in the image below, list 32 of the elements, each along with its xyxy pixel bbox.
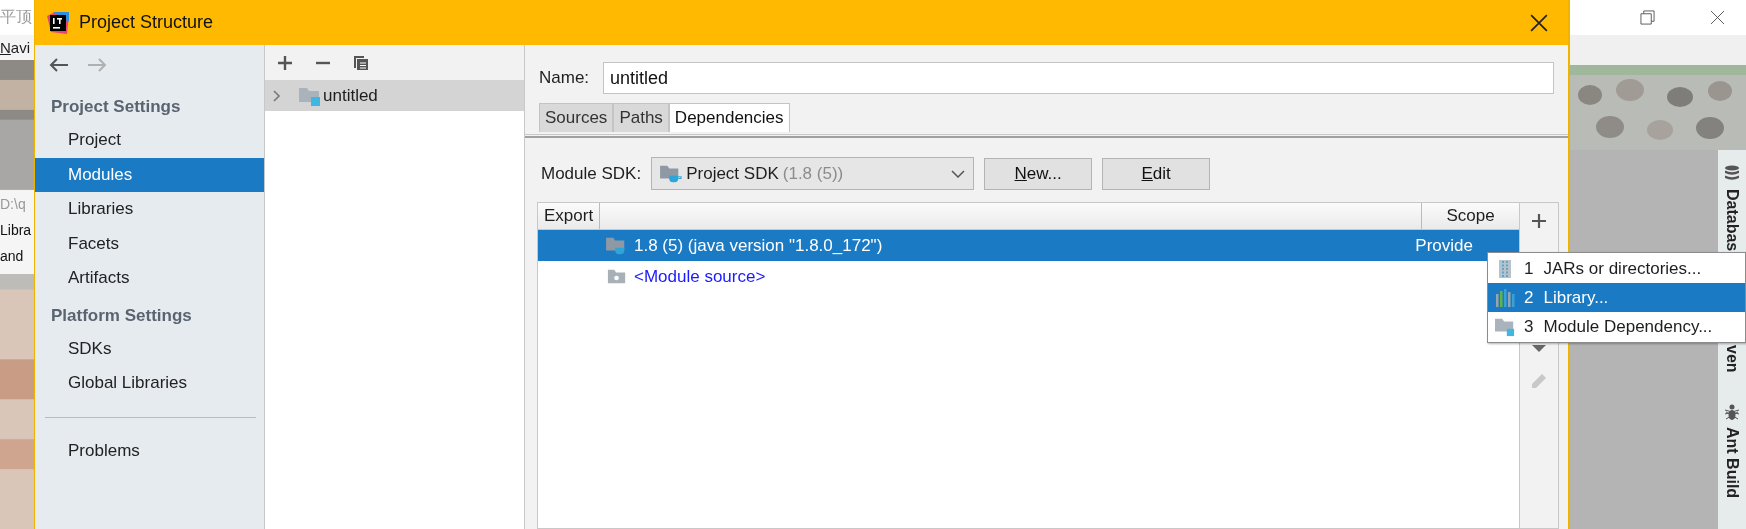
tool-window-tab[interactable]: Databas — [1723, 189, 1741, 252]
name-field[interactable]: untitled — [603, 62, 1554, 94]
tree-item[interactable]: untitled — [265, 80, 524, 111]
text-fragment: Libra — [0, 222, 33, 238]
text-fragment: and — [0, 248, 25, 264]
table-row[interactable]: 1.8 (5) (java version "1.8.0_172") Provide — [538, 230, 1519, 261]
sidebar-item[interactable]: Global Libraries — [35, 366, 264, 401]
button[interactable]: Edit — [1102, 157, 1211, 190]
button[interactable]: New... — [984, 157, 1093, 190]
field-label: Module SDK: — [541, 163, 642, 184]
tab[interactable]: Dependencies — [668, 103, 790, 132]
section-header: Platform Settings — [50, 304, 193, 327]
window-title: 平顶 — [0, 7, 32, 27]
sidebar-item[interactable]: Facets — [35, 226, 264, 261]
column-header[interactable]: Export — [538, 203, 601, 229]
sdk-dropdown[interactable]: Project SDK (1.8 (5)) — [651, 157, 975, 190]
field-label: Name: — [539, 68, 590, 88]
sidebar-item[interactable]: Libraries — [35, 192, 264, 227]
tool-window-tab[interactable]: ven — [1723, 345, 1741, 373]
text-fragment: D:\q — [0, 196, 27, 212]
sidebar-item[interactable]: Problems — [35, 433, 264, 468]
sidebar-item[interactable]: Artifacts — [35, 261, 264, 296]
section-header: Project Settings — [50, 96, 182, 118]
tab[interactable]: Sources — [539, 103, 614, 132]
menu-item[interactable]: 3 Module Dependency... — [1488, 312, 1745, 341]
window-title: Project Structure — [79, 12, 214, 33]
tab[interactable]: Paths — [613, 103, 669, 132]
sidebar-item[interactable]: Modules — [35, 157, 264, 192]
sidebar-item[interactable]: SDKs — [35, 331, 264, 366]
sidebar-item[interactable]: Project — [35, 123, 264, 158]
menu-item[interactable]: 2 Library... — [1488, 283, 1745, 312]
tool-window-tab[interactable]: Ant Build — [1723, 426, 1741, 498]
